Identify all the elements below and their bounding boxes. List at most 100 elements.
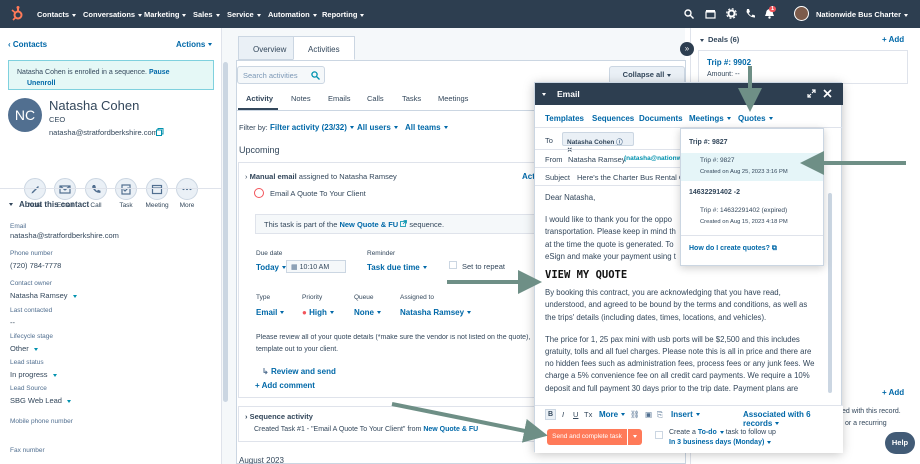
documents-button[interactable]: Documents [639, 114, 683, 123]
from-address[interactable]: (natasha@nationwi [624, 155, 683, 162]
task-header[interactable]: › Manual email assigned to Natasha Ramse… [245, 172, 397, 181]
pause-link[interactable]: Pause [149, 69, 170, 76]
due-time-input[interactable]: ▦ 10:10 AM [286, 260, 346, 273]
copy-icon[interactable] [156, 128, 164, 136]
help-button[interactable]: Help [885, 432, 915, 454]
all-teams-dropdown[interactable]: All teams [405, 123, 448, 132]
follow-up-date-dropdown[interactable]: In 3 business days (Monday) [669, 439, 772, 446]
underline-button[interactable]: U [573, 410, 578, 419]
subtab-emails[interactable]: Emails [328, 94, 351, 103]
nav-reporting[interactable]: Reporting [322, 10, 365, 19]
nav-conversations[interactable]: Conversations [83, 10, 143, 19]
prop-value-phone[interactable]: (720) 784-7778 [10, 261, 61, 270]
insert-dropdown[interactable]: Insert [671, 410, 700, 419]
add-comment-link[interactable]: + Add comment [255, 381, 315, 390]
tab-overview[interactable]: Overview [238, 36, 302, 60]
subtab-meetings[interactable]: Meetings [438, 94, 468, 103]
send-options-dropdown[interactable] [628, 429, 642, 445]
prop-value-lifecycle[interactable]: Other [10, 344, 38, 353]
recipient-chip[interactable]: Natasha Cohen ⓘ ✕ [562, 132, 634, 154]
todo-dropdown[interactable]: To-do [698, 429, 724, 436]
prop-value-lead-source[interactable]: SBG Web Lead [10, 396, 71, 405]
unenroll-link[interactable]: Unenroll [27, 80, 55, 87]
create-task-checkbox[interactable] [655, 431, 663, 439]
expand-icon[interactable] [807, 89, 816, 98]
sequence-activity-toggle[interactable]: › Sequence activity [245, 412, 313, 421]
priority-dropdown[interactable]: ● High [302, 308, 334, 317]
sequence-link[interactable]: New Quote & FU [339, 220, 398, 229]
from-value[interactable]: Natasha Ramsey [568, 155, 626, 164]
italic-button[interactable]: I [562, 410, 564, 419]
quote-item-14632291402[interactable]: Trip #: 14632291402 (expired) Created on… [681, 203, 823, 231]
nav-contacts[interactable]: Contacts [37, 10, 77, 19]
reminder-dropdown[interactable]: Task due time [367, 263, 427, 272]
nav-sales[interactable]: Sales [193, 10, 220, 19]
marketplace-icon[interactable] [705, 9, 716, 19]
nav-automation[interactable]: Automation [268, 10, 317, 19]
send-and-complete-button[interactable]: Send and complete task [547, 429, 627, 445]
search-icon[interactable] [311, 71, 320, 80]
review-and-send-link[interactable]: ↳ Review and send [262, 367, 336, 376]
prop-value-email[interactable]: natasha@stratfordberkshire.com [10, 231, 119, 240]
call-button[interactable] [85, 178, 107, 200]
add-deal-link[interactable]: + Add [882, 35, 904, 44]
nav-service[interactable]: Service [227, 10, 261, 19]
sequences-button[interactable]: Sequences [592, 114, 634, 123]
prop-value-owner[interactable]: Natasha Ramsey [10, 291, 77, 300]
subtab-activity[interactable]: Activity [246, 94, 273, 103]
task-actions-link[interactable]: Act [522, 172, 535, 181]
templates-button[interactable]: Templates [545, 114, 584, 123]
expand-sidebar-button[interactable]: » [680, 42, 694, 56]
nav-marketing[interactable]: Marketing [144, 10, 187, 19]
image-icon[interactable]: ▣ [645, 410, 652, 419]
note-button[interactable] [24, 178, 46, 200]
link-icon[interactable]: ⛓ [630, 410, 640, 419]
filter-activity-dropdown[interactable]: Filter activity (23/32) [270, 123, 354, 132]
gear-icon[interactable] [726, 8, 737, 19]
meeting-button[interactable] [146, 178, 168, 200]
task-button[interactable] [115, 178, 137, 200]
back-to-contacts-link[interactable]: ‹ Contacts [8, 40, 47, 49]
close-icon[interactable] [823, 89, 832, 98]
subtab-tasks[interactable]: Tasks [402, 94, 421, 103]
search-icon[interactable] [684, 9, 694, 19]
contact-name[interactable]: Natasha Cohen [49, 98, 139, 113]
calling-icon[interactable] [745, 8, 756, 19]
subject-input[interactable]: Here's the Charter Bus Rental Quo [577, 173, 693, 182]
email-button[interactable] [54, 178, 76, 200]
meetings-dropdown[interactable]: Meetings [689, 114, 731, 123]
subtab-calls[interactable]: Calls [367, 94, 384, 103]
prop-value-lead-status[interactable]: In progress [10, 370, 57, 379]
avatar[interactable] [794, 6, 809, 21]
queue-dropdown[interactable]: None [354, 308, 381, 317]
search-activities-input[interactable]: Search activities [237, 66, 325, 84]
assigned-to-dropdown[interactable]: Natasha Ramsey [400, 308, 472, 317]
account-menu[interactable]: Nationwide Bus Charter [816, 10, 909, 19]
actions-dropdown[interactable]: Actions [176, 40, 213, 49]
attachment-icon[interactable]: ⎘ [657, 410, 663, 420]
task-title[interactable]: Email A Quote To Your Client [270, 189, 366, 198]
email-scrollbar[interactable] [828, 193, 832, 393]
all-users-dropdown[interactable]: All users [357, 123, 398, 132]
due-date-dropdown[interactable]: Today [256, 263, 286, 272]
contact-email[interactable]: natasha@stratfordberkshire.com [49, 128, 158, 137]
more-button[interactable] [176, 178, 198, 200]
about-section-toggle[interactable]: About this contact [9, 200, 89, 209]
quote-item-9827[interactable]: Trip #: 9827 Created on Aug 25, 2023 3:1… [681, 153, 823, 181]
associated-records-dropdown[interactable]: Associated with 6 records [743, 410, 841, 428]
set-repeat-checkbox[interactable] [449, 261, 457, 269]
hubspot-logo-icon[interactable] [8, 5, 26, 23]
deal-link-trip-9902[interactable]: Trip #: 9902 [707, 58, 751, 67]
collapse-composer-icon[interactable] [542, 90, 546, 99]
font-style-icon[interactable]: Tx [584, 410, 592, 419]
type-dropdown[interactable]: Email [256, 308, 285, 317]
more-format-dropdown[interactable]: More [599, 410, 626, 419]
view-my-quote-link[interactable]: VIEW MY QUOTE [545, 269, 825, 281]
bold-button[interactable]: B [545, 409, 556, 420]
sidebar-scrollbar-thumb[interactable] [223, 62, 228, 402]
subtab-notes[interactable]: Notes [291, 94, 311, 103]
deals-section-toggle[interactable]: Deals (6) [700, 35, 739, 44]
tab-activities[interactable]: Activities [293, 36, 355, 60]
create-quotes-help-link[interactable]: How do I create quotes? ⧉ [689, 245, 777, 253]
add-record-link[interactable]: + Add [882, 388, 904, 397]
